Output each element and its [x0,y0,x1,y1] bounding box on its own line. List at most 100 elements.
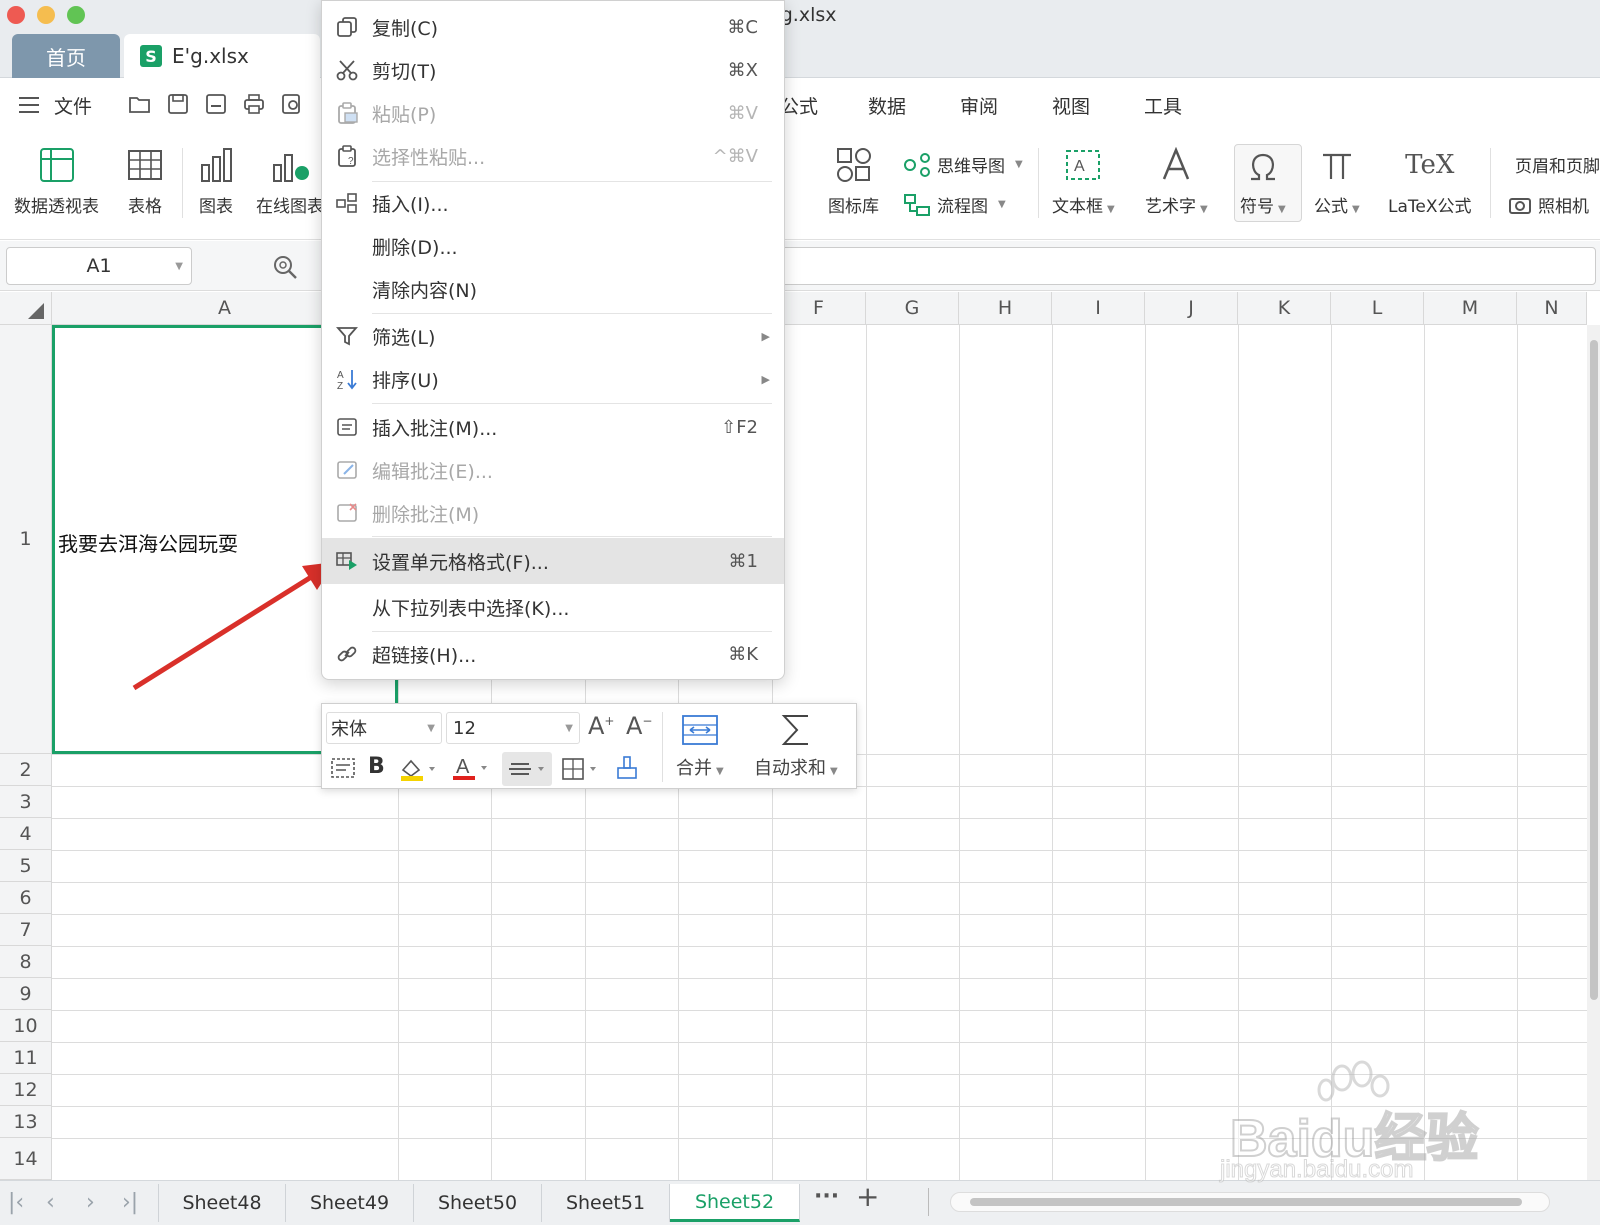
row-header-3[interactable]: 3 [0,786,52,818]
increase-font-size-icon[interactable]: A+ [588,712,614,740]
select-all-corner[interactable] [0,292,52,325]
menu-hyperlink[interactable]: 超链接(H)... ⌘K [322,633,784,675]
online-chart-button[interactable]: 在线图表 [256,146,324,217]
menu-file[interactable]: 文件 [54,92,92,119]
align-center-button[interactable] [502,752,552,786]
menu-review[interactable]: 审阅 [960,92,998,119]
sheet-tab-49[interactable]: Sheet49 [286,1184,414,1222]
menu-pick-from-list[interactable]: 从下拉列表中选择(K)... [322,586,784,628]
camera-button[interactable]: 照相机 [1508,192,1600,217]
formula-input[interactable] [780,247,1596,285]
spreadsheet-icon: S [140,45,162,67]
flowchart-button[interactable]: 流程图 ▼ [903,192,1006,217]
wordart-button[interactable]: 艺术字 ▼ [1145,146,1208,217]
row-header-14[interactable]: 14 [0,1138,52,1180]
horizontal-scroll-thumb[interactable] [970,1198,1522,1206]
menu-paste-special[interactable]: ? 选择性粘贴... ^⌘V [322,135,784,177]
font-size-select[interactable]: 12 ▼ [446,712,580,744]
previous-sheet-icon[interactable]: ‹ [46,1190,55,1215]
row-header-13[interactable]: 13 [0,1106,52,1138]
menu-delete-comment[interactable]: 删除批注(M) [322,492,784,534]
menu-insert-comment[interactable]: 插入批注(M)... ⇧F2 [322,406,784,448]
column-header-f[interactable]: F [772,292,866,325]
row-header-12[interactable]: 12 [0,1074,52,1106]
menu-tools[interactable]: 工具 [1144,92,1182,119]
menu-clear-contents[interactable]: 清除内容(N) [322,268,784,310]
fill-color-button[interactable] [398,756,438,786]
column-header-i[interactable]: I [1052,292,1145,325]
row-header-11[interactable]: 11 [0,1042,52,1074]
menu-view[interactable]: 视图 [1052,92,1090,119]
row-header-8[interactable]: 8 [0,946,52,978]
wrap-text-icon[interactable] [330,756,356,784]
open-folder-icon[interactable] [128,92,152,116]
bold-button[interactable]: B [368,754,385,779]
mindmap-button[interactable]: 思维导图 ▼ [903,152,1023,177]
menu-formula[interactable]: 公式 [780,92,818,119]
font-color-button[interactable]: A [450,754,490,786]
chevron-down-icon[interactable]: ▼ [175,261,183,272]
sheet-tab-50[interactable]: Sheet50 [414,1184,542,1222]
formula-button[interactable]: 公式 ▼ [1314,146,1360,217]
row-header-1[interactable]: 1 [0,325,52,754]
pivot-table-button[interactable]: 数据透视表 [14,146,99,217]
hamburger-menu-icon[interactable] [18,96,40,118]
autosum-button[interactable]: 自动求和 ▼ [754,712,838,780]
menu-format-cells[interactable]: 设置单元格格式(F)... ⌘1 [322,538,784,584]
first-sheet-icon[interactable]: |‹ [8,1190,24,1215]
menu-sort[interactable]: AZ 排序(U) ▶ [322,358,784,400]
next-sheet-icon[interactable]: › [86,1190,95,1215]
column-header-m[interactable]: M [1424,292,1517,325]
menu-insert[interactable]: 插入(I)... [322,182,784,224]
menu-paste[interactable]: 粘贴(P) ⌘V [322,92,784,134]
sheet-tab-52[interactable]: Sheet52 [670,1184,800,1222]
table-button[interactable]: 表格 [127,146,163,217]
merge-cells-button[interactable]: 合并 ▼ [676,712,724,780]
sheet-tab-48[interactable]: Sheet48 [158,1184,286,1222]
save-icon[interactable] [166,92,190,116]
menu-edit-comment[interactable]: 编辑批注(E)... [322,449,784,491]
column-header-g[interactable]: G [866,292,959,325]
column-header-j[interactable]: J [1145,292,1238,325]
row-header-7[interactable]: 7 [0,914,52,946]
print-icon[interactable] [242,92,266,116]
format-painter-icon[interactable] [614,754,640,786]
add-sheet-icon[interactable]: + [856,1180,879,1213]
sheet-tab-51[interactable]: Sheet51 [542,1184,670,1222]
print-preview-icon[interactable] [280,92,304,116]
column-header-h[interactable]: H [959,292,1052,325]
menu-cut[interactable]: 剪切(T) ⌘X [322,49,784,91]
menu-data[interactable]: 数据 [868,92,906,119]
zoom-search-icon[interactable] [272,254,298,284]
menu-filter[interactable]: 筛选(L) ▶ [322,315,784,357]
row-header-9[interactable]: 9 [0,978,52,1010]
textbox-button[interactable]: A 文本框 ▼ [1052,146,1115,217]
row-header-2[interactable]: 2 [0,754,52,786]
vertical-scroll-thumb[interactable] [1590,340,1598,1000]
tab-home[interactable]: 首页 [12,34,120,78]
symbol-button[interactable]: 符号 ▼ [1240,146,1286,217]
row-header-6[interactable]: 6 [0,882,52,914]
column-header-k[interactable]: K [1238,292,1331,325]
decrease-font-size-icon[interactable]: A− [626,712,652,740]
row-header-5[interactable]: 5 [0,850,52,882]
menu-copy[interactable]: 复制(C) ⌘C [322,6,784,48]
last-sheet-icon[interactable]: ›| [122,1190,138,1215]
font-name-select[interactable]: 宋体 ▼ [326,712,442,744]
column-header-l[interactable]: L [1331,292,1424,325]
name-box[interactable]: A1 ▼ [6,247,192,285]
header-footer-button[interactable]: 页眉和页脚 [1508,152,1600,177]
borders-button[interactable] [560,756,604,786]
latex-button[interactable]: TeX LaTeX公式 [1388,146,1472,217]
row-header-4[interactable]: 4 [0,818,52,850]
menu-format-cells-label: 设置单元格格式(F)... [372,551,549,574]
icon-library-button[interactable]: 图标库 [828,146,879,217]
more-sheets-icon[interactable]: ··· [814,1184,839,1209]
menu-delete[interactable]: 删除(D)... [322,225,784,267]
column-header-n[interactable]: N [1517,292,1587,325]
export-pdf-icon[interactable] [204,92,228,116]
chart-button[interactable]: 图表 [198,146,234,217]
row-header-10[interactable]: 10 [0,1010,52,1042]
menu-copy-label: 复制(C) [372,17,439,40]
tab-file[interactable]: S E'g.xlsx [124,34,320,78]
